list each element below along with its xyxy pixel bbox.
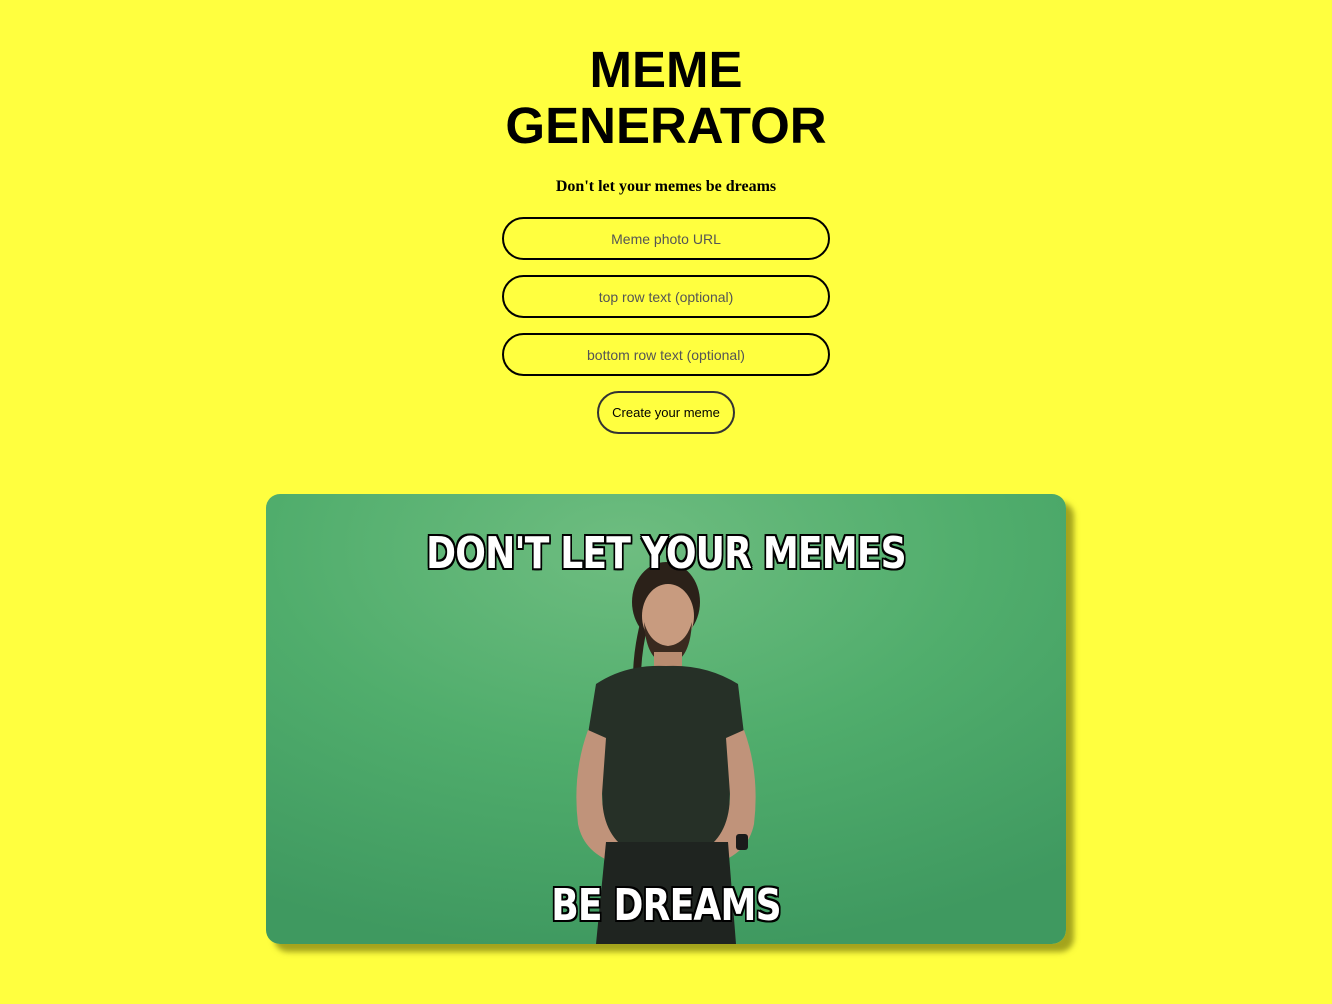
create-meme-button[interactable]: Create your meme bbox=[597, 391, 735, 434]
page: MEME GENERATOR Don't let your memes be d… bbox=[0, 0, 1332, 1004]
title-line-2: GENERATOR bbox=[505, 97, 827, 154]
title-line-1: MEME bbox=[589, 41, 743, 98]
meme-top-text: DON'T LET YOUR MEMES bbox=[426, 528, 907, 579]
meme-url-input[interactable] bbox=[502, 217, 830, 260]
page-title: MEME GENERATOR bbox=[0, 42, 1332, 154]
bottom-text-input[interactable] bbox=[502, 333, 830, 376]
meme-bottom-text: BE DREAMS bbox=[551, 880, 781, 931]
top-text-input[interactable] bbox=[502, 275, 830, 318]
page-subtitle: Don't let your memes be dreams bbox=[555, 178, 777, 195]
meme-card: DON'T LET YOUR MEMES BE DREAMS bbox=[266, 494, 1066, 944]
